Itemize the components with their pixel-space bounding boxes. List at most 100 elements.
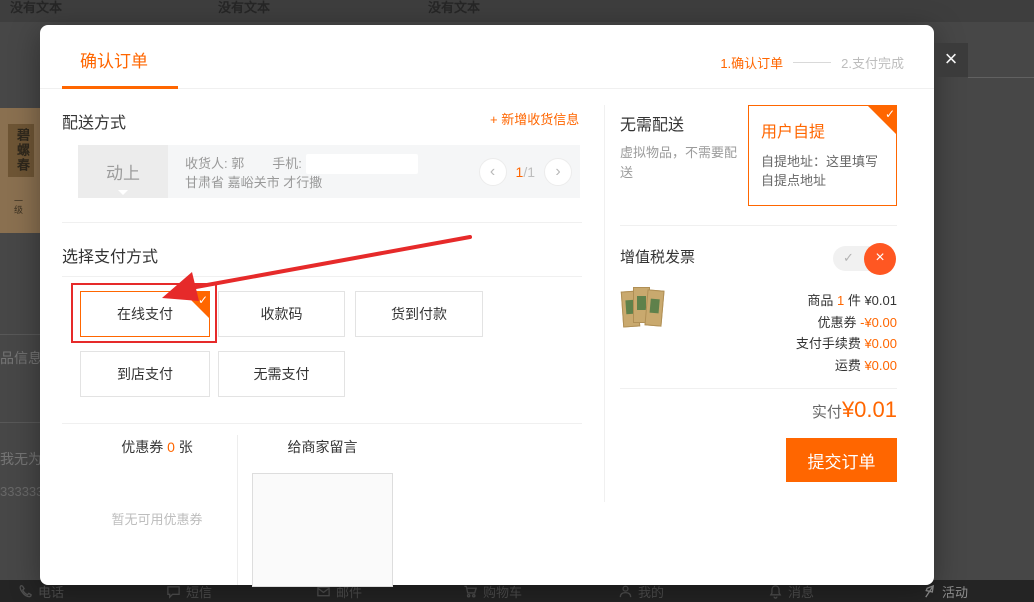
payment-method-heading: 选择支付方式 xyxy=(62,243,158,267)
background-top-bar: 没有文本 没有文本 没有文本 xyxy=(0,0,1034,22)
address-pagination: ‹ 1/1 › xyxy=(479,145,580,198)
vat-invoice-heading: 增值税发票 xyxy=(620,246,695,267)
payment-option-qrcode[interactable]: 收款码 xyxy=(218,291,345,337)
flag-icon xyxy=(922,584,937,599)
payment-option-label: 在线支付 xyxy=(117,304,173,324)
background-nav-text: 没有文本 xyxy=(428,0,480,16)
selected-check-badge: ✓ xyxy=(868,106,896,134)
close-icon: × xyxy=(945,46,958,71)
close-icon: × xyxy=(875,249,884,266)
background-nav-text: 没有文本 xyxy=(10,0,62,16)
self-pickup-option[interactable]: 用户自提 自提地址：这里填写自提点地址 ✓ xyxy=(748,105,897,206)
background-divider xyxy=(968,77,1034,78)
merchant-message-input[interactable] xyxy=(252,473,393,587)
next-address-button[interactable]: › xyxy=(544,158,572,186)
chevron-right-icon: › xyxy=(555,163,560,180)
payment-option-label: 无需支付 xyxy=(254,364,310,384)
summary-items-line: 商品 1 件 ¥0.01 xyxy=(680,290,897,312)
coupon-section[interactable]: 优惠券 0 张 暂无可用优惠券 xyxy=(78,437,236,528)
submit-order-button[interactable]: 提交订单 xyxy=(786,438,897,482)
bell-icon xyxy=(768,584,783,599)
summary-fee-line: 支付手续费 ¥0.00 xyxy=(680,333,897,355)
payment-option-label: 货到付款 xyxy=(391,304,447,324)
step-separator xyxy=(793,62,831,63)
order-item-thumbnail xyxy=(622,283,670,333)
no-delivery-desc: 虚拟物品，不需要配送 xyxy=(620,143,738,183)
shipping-label: 运费 xyxy=(835,358,861,373)
step-confirm-order: 1.确认订单 xyxy=(720,53,783,72)
payment-option-label: 到店支付 xyxy=(117,364,173,384)
summary-coupon-line: 优惠券 -¥0.00 xyxy=(680,312,897,334)
page-title: 确认订单 xyxy=(80,47,148,72)
total-line: 实付¥0.01 xyxy=(680,397,897,423)
payment-option-label: 收款码 xyxy=(261,304,303,324)
footer-item-activities[interactable]: 活动 xyxy=(922,582,968,601)
tea-package-grade: 一级 xyxy=(12,196,25,214)
summary-shipping-line: 运费 ¥0.00 xyxy=(680,355,897,377)
address-info: 收货人: 郭 手机: 甘肃省 嘉峪关市 才行撒 xyxy=(168,145,418,198)
check-icon: ✓ xyxy=(885,107,895,121)
no-delivery-option[interactable]: 无需配送 xyxy=(620,111,684,135)
background-text-product-info: 品信息 xyxy=(0,348,42,368)
add-shipping-info-link[interactable]: + 新增收货信息 xyxy=(490,109,590,128)
payment-option-instore[interactable]: 到店支付 xyxy=(80,351,210,397)
checkout-steps: 1.确认订单 2.支付完成 xyxy=(720,53,904,72)
close-modal-button[interactable]: × xyxy=(934,43,968,77)
address-tag-label: 动上 xyxy=(106,159,140,184)
chevron-left-icon: ‹ xyxy=(490,163,495,180)
coupon-count: 0 xyxy=(167,439,175,455)
payment-option-nopay[interactable]: 无需支付 xyxy=(218,351,345,397)
self-pickup-desc: 自提地址：这里填写自提点地址 xyxy=(761,152,886,190)
coupon-value: -¥0.00 xyxy=(860,315,897,330)
items-unit: 件 xyxy=(848,293,861,308)
total-value: ¥0.01 xyxy=(842,397,897,422)
background-product-image: 碧螺春 一级 xyxy=(0,108,42,233)
coupon-unit: 张 xyxy=(179,439,193,455)
chevron-down-icon xyxy=(118,190,128,195)
total-label: 实付 xyxy=(812,404,842,421)
phone-icon xyxy=(18,584,33,599)
address-tag[interactable]: 动上 xyxy=(78,145,168,198)
order-summary: 商品 1 件 ¥0.01 优惠券 -¥0.00 支付手续费 ¥0.00 运费 ¥… xyxy=(680,290,897,376)
fee-value: ¥0.00 xyxy=(864,336,897,351)
recipient-label: 收货人: 郭 xyxy=(185,155,244,173)
merchant-message-section: 给商家留言 xyxy=(252,437,393,592)
items-count: 1 xyxy=(837,293,844,308)
section-divider xyxy=(620,225,897,226)
background-text-store: 我无为 xyxy=(0,449,42,469)
modal-header: 确认订单 1.确认订单 2.支付完成 xyxy=(40,25,934,89)
phone-label: 手机: xyxy=(272,155,302,173)
cart-icon xyxy=(463,584,478,599)
items-label: 商品 xyxy=(807,293,833,308)
delivery-method-heading: 配送方式 xyxy=(62,109,126,133)
column-divider xyxy=(604,105,605,502)
step-payment-complete: 2.支付完成 xyxy=(841,53,904,72)
payment-option-online[interactable]: 在线支付 ✓ xyxy=(80,291,210,337)
tea-bag-image xyxy=(644,289,664,326)
prev-address-button[interactable]: ‹ xyxy=(479,158,507,186)
address-card[interactable]: 动上 收货人: 郭 手机: 甘肃省 嘉峪关市 才行撒 ‹ 1/1 › xyxy=(78,145,580,198)
shipping-value: ¥0.00 xyxy=(864,358,897,373)
check-icon: ✓ xyxy=(198,293,208,307)
title-underline xyxy=(62,86,178,89)
check-icon: ✓ xyxy=(843,250,854,266)
page-total: 1 xyxy=(527,164,535,180)
items-value: ¥0.01 xyxy=(864,293,897,308)
pagination-indicator: 1/1 xyxy=(516,164,535,180)
confirm-order-modal: 确认订单 1.确认订单 2.支付完成 配送方式 + 新增收货信息 动上 收货人:… xyxy=(40,25,934,585)
section-divider xyxy=(62,423,582,424)
address-line: 甘肃省 嘉峪关市 才行撒 xyxy=(185,174,418,192)
merchant-message-title: 给商家留言 xyxy=(252,437,393,457)
fee-label: 支付手续费 xyxy=(796,336,861,351)
coupon-label: 优惠券 xyxy=(121,439,163,455)
coupon-label: 优惠券 xyxy=(817,315,856,330)
phone-number-redacted xyxy=(306,154,418,174)
invoice-toggle-off-button[interactable]: × xyxy=(864,243,896,275)
section-divider xyxy=(62,276,582,277)
section-divider xyxy=(620,388,897,389)
coupon-title: 优惠券 0 张 xyxy=(78,437,236,457)
section-divider xyxy=(62,222,582,223)
tea-package-label: 碧螺春 xyxy=(8,124,34,177)
payment-option-cod[interactable]: 货到付款 xyxy=(355,291,483,337)
chat-icon xyxy=(166,584,181,599)
